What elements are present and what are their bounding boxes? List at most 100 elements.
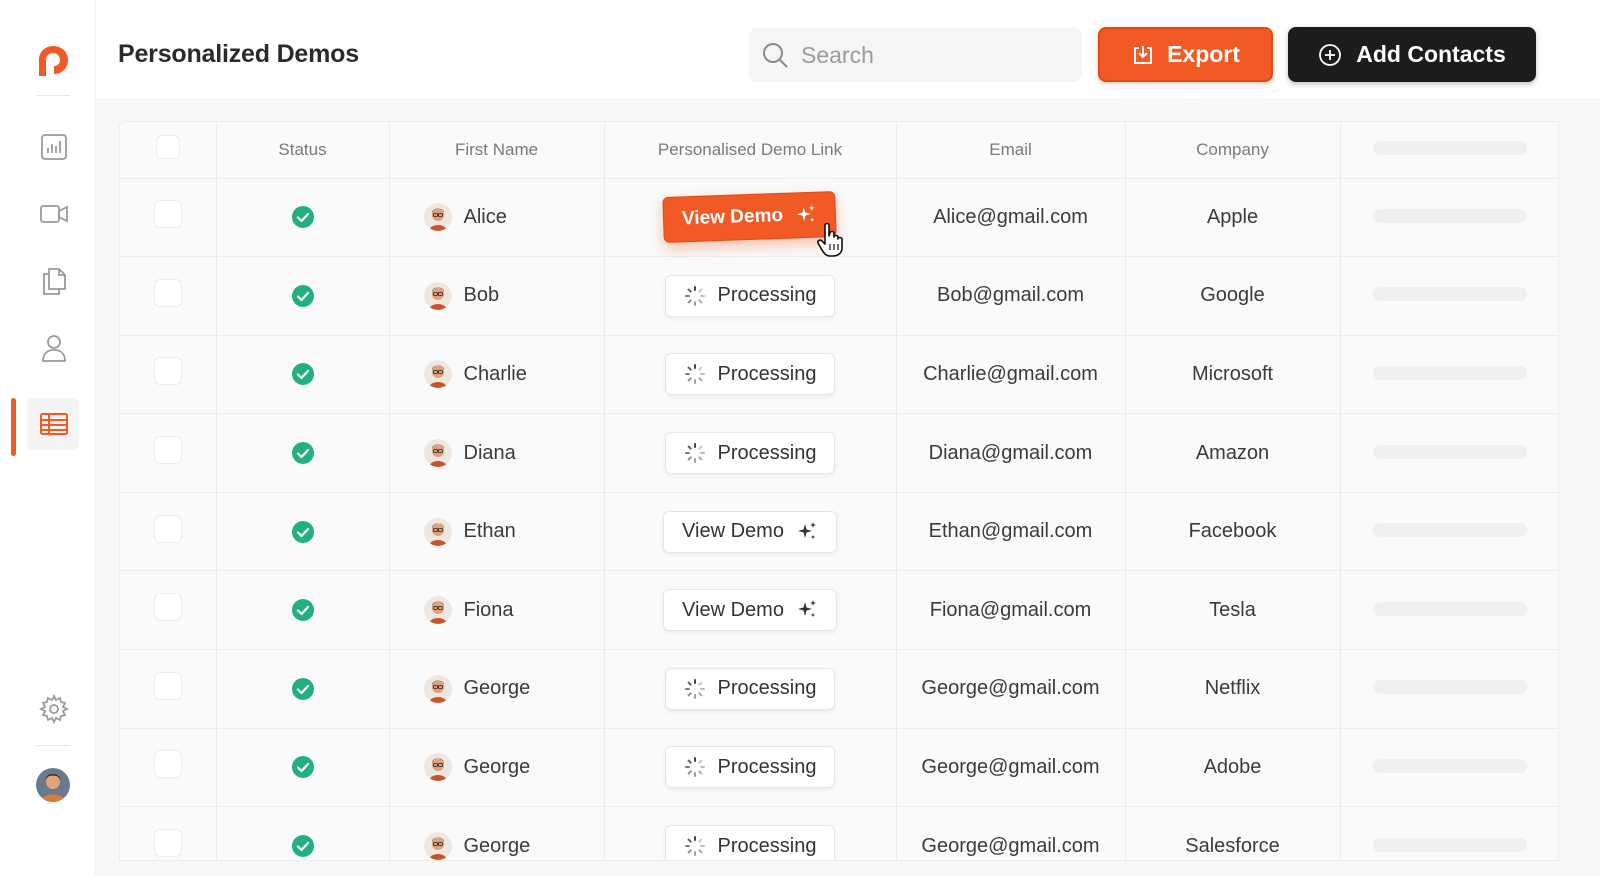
loading-spinner-icon	[684, 443, 705, 464]
row-checkbox[interactable]	[153, 357, 182, 386]
first-name: Ethan	[463, 520, 516, 543]
table-row[interactable]: George Processing George@gmail.com Netflix	[120, 649, 1558, 729]
demo-link-label: View Demo	[682, 205, 784, 230]
column-header-company[interactable]: Company	[1125, 122, 1341, 179]
row-checkbox[interactable]	[153, 436, 182, 465]
status-cell	[216, 728, 390, 808]
first-name-cell: George	[389, 728, 605, 808]
loading-spinner-icon	[684, 678, 705, 699]
sidebar-item-contacts[interactable]	[34, 328, 74, 368]
row-select-cell	[120, 413, 217, 493]
first-name: George	[463, 834, 531, 857]
row-checkbox[interactable]	[153, 829, 182, 858]
row-checkbox[interactable]	[153, 671, 182, 700]
hand-cursor-icon	[817, 222, 843, 257]
processing-badge: Processing	[664, 667, 836, 710]
contact-avatar-icon	[423, 203, 452, 232]
contact-avatar-icon	[423, 596, 452, 625]
settings-icon	[39, 694, 69, 724]
sparkle-icon	[797, 521, 816, 539]
row-checkbox[interactable]	[153, 278, 182, 307]
skeleton-bar	[1373, 680, 1527, 695]
demo-link-cell: View Demo	[604, 492, 897, 572]
table-row[interactable]: Diana Processing Diana@gmail.com Amazon	[120, 413, 1558, 493]
row-checkbox[interactable]	[153, 514, 182, 543]
search-box[interactable]	[749, 28, 1082, 82]
first-name-cell: Diana	[389, 413, 605, 493]
first-name-cell: George	[389, 806, 605, 860]
sidebar-item-settings[interactable]	[34, 689, 74, 729]
sidebar-item-demos-table[interactable]	[34, 404, 74, 444]
row-select-cell	[120, 256, 217, 336]
demo-link-label: Processing	[717, 441, 817, 464]
table-row[interactable]: George Processing George@gmail.com Salesfor…	[120, 806, 1558, 860]
table-row[interactable]: Ethan View Demo Ethan@gmail.com Facebook	[120, 492, 1558, 572]
column-header-status[interactable]: Status	[216, 122, 390, 179]
app-logo-icon[interactable]	[36, 44, 70, 78]
row-checkbox[interactable]	[153, 593, 182, 622]
row-checkbox[interactable]	[153, 750, 182, 779]
sidebar-item-documents[interactable]	[34, 261, 74, 301]
loading-spinner-icon	[684, 285, 705, 306]
user-avatar[interactable]	[36, 768, 70, 802]
table-row[interactable]: Bob Processing Bob@gmail.com Google	[120, 256, 1558, 336]
demo-link-cell: View Demo	[604, 178, 897, 258]
status-success-icon	[291, 835, 314, 858]
company-cell: Tesla	[1125, 570, 1341, 651]
table-row[interactable]: Charlie Processing Charlie@gmail.com Micros…	[120, 335, 1558, 415]
skeleton-bar	[1373, 758, 1527, 773]
column-header-first-name[interactable]: First Name	[389, 122, 605, 179]
demo-link-label: View Demo	[682, 520, 784, 543]
column-header-email[interactable]: Email	[896, 122, 1126, 179]
placeholder-cell	[1340, 806, 1558, 860]
status-success-icon	[291, 756, 314, 779]
email-cell: Fiona@gmail.com	[896, 570, 1126, 651]
status-cell	[216, 806, 390, 860]
first-name: Fiona	[463, 598, 514, 621]
first-name: Alice	[463, 205, 507, 228]
email-cell: George@gmail.com	[896, 728, 1126, 808]
view-demo-button[interactable]: View Demo	[662, 191, 838, 244]
skeleton-bar	[1373, 444, 1527, 459]
placeholder-cell	[1340, 649, 1558, 729]
sidebar	[0, 0, 96, 876]
demo-link-cell: Processing	[604, 256, 897, 336]
user-icon	[42, 335, 66, 362]
processing-badge: Processing	[664, 825, 836, 860]
first-name-cell: Ethan	[389, 492, 605, 572]
email-cell: Charlie@gmail.com	[896, 335, 1126, 415]
company-cell: Salesforce	[1125, 806, 1341, 860]
view-demo-button[interactable]: View Demo	[663, 589, 837, 632]
row-select-cell	[120, 649, 217, 729]
export-button[interactable]: Export	[1098, 27, 1273, 82]
select-all-checkbox[interactable]	[155, 135, 180, 160]
status-cell	[216, 178, 390, 258]
demo-link-label: Processing	[717, 362, 817, 385]
column-header-placeholder	[1340, 122, 1558, 179]
column-header-demo-link[interactable]: Personalised Demo Link	[604, 122, 897, 179]
first-name: Charlie	[463, 362, 527, 385]
view-demo-button[interactable]: View Demo	[663, 510, 837, 553]
sidebar-item-analytics[interactable]	[34, 127, 74, 167]
add-contacts-button[interactable]: Add Contacts	[1288, 27, 1536, 82]
demo-link-label: View Demo	[682, 598, 784, 621]
placeholder-cell	[1340, 256, 1558, 336]
export-icon	[1134, 45, 1153, 64]
content-area: Status First Name Personalised Demo Link…	[96, 98, 1600, 876]
table-row[interactable]: Fiona View Demo Fiona@gmail.com Tesla	[120, 570, 1558, 651]
search-input[interactable]	[801, 41, 1061, 69]
table-icon	[40, 413, 68, 435]
first-name: George	[463, 677, 531, 700]
row-select-cell	[120, 335, 217, 415]
page-title: Personalized Demos	[118, 40, 359, 68]
first-name: George	[463, 755, 531, 778]
plus-circle-icon	[1319, 43, 1342, 66]
demo-link-cell: Processing	[604, 806, 897, 860]
processing-badge: Processing	[664, 274, 836, 317]
sidebar-item-videos[interactable]	[34, 194, 74, 234]
table-row[interactable]: George Processing George@gmail.com Adobe	[120, 728, 1558, 808]
company-cell: Adobe	[1125, 728, 1341, 808]
sidebar-divider	[36, 745, 70, 746]
row-select-cell	[120, 728, 217, 808]
row-checkbox[interactable]	[153, 200, 182, 229]
